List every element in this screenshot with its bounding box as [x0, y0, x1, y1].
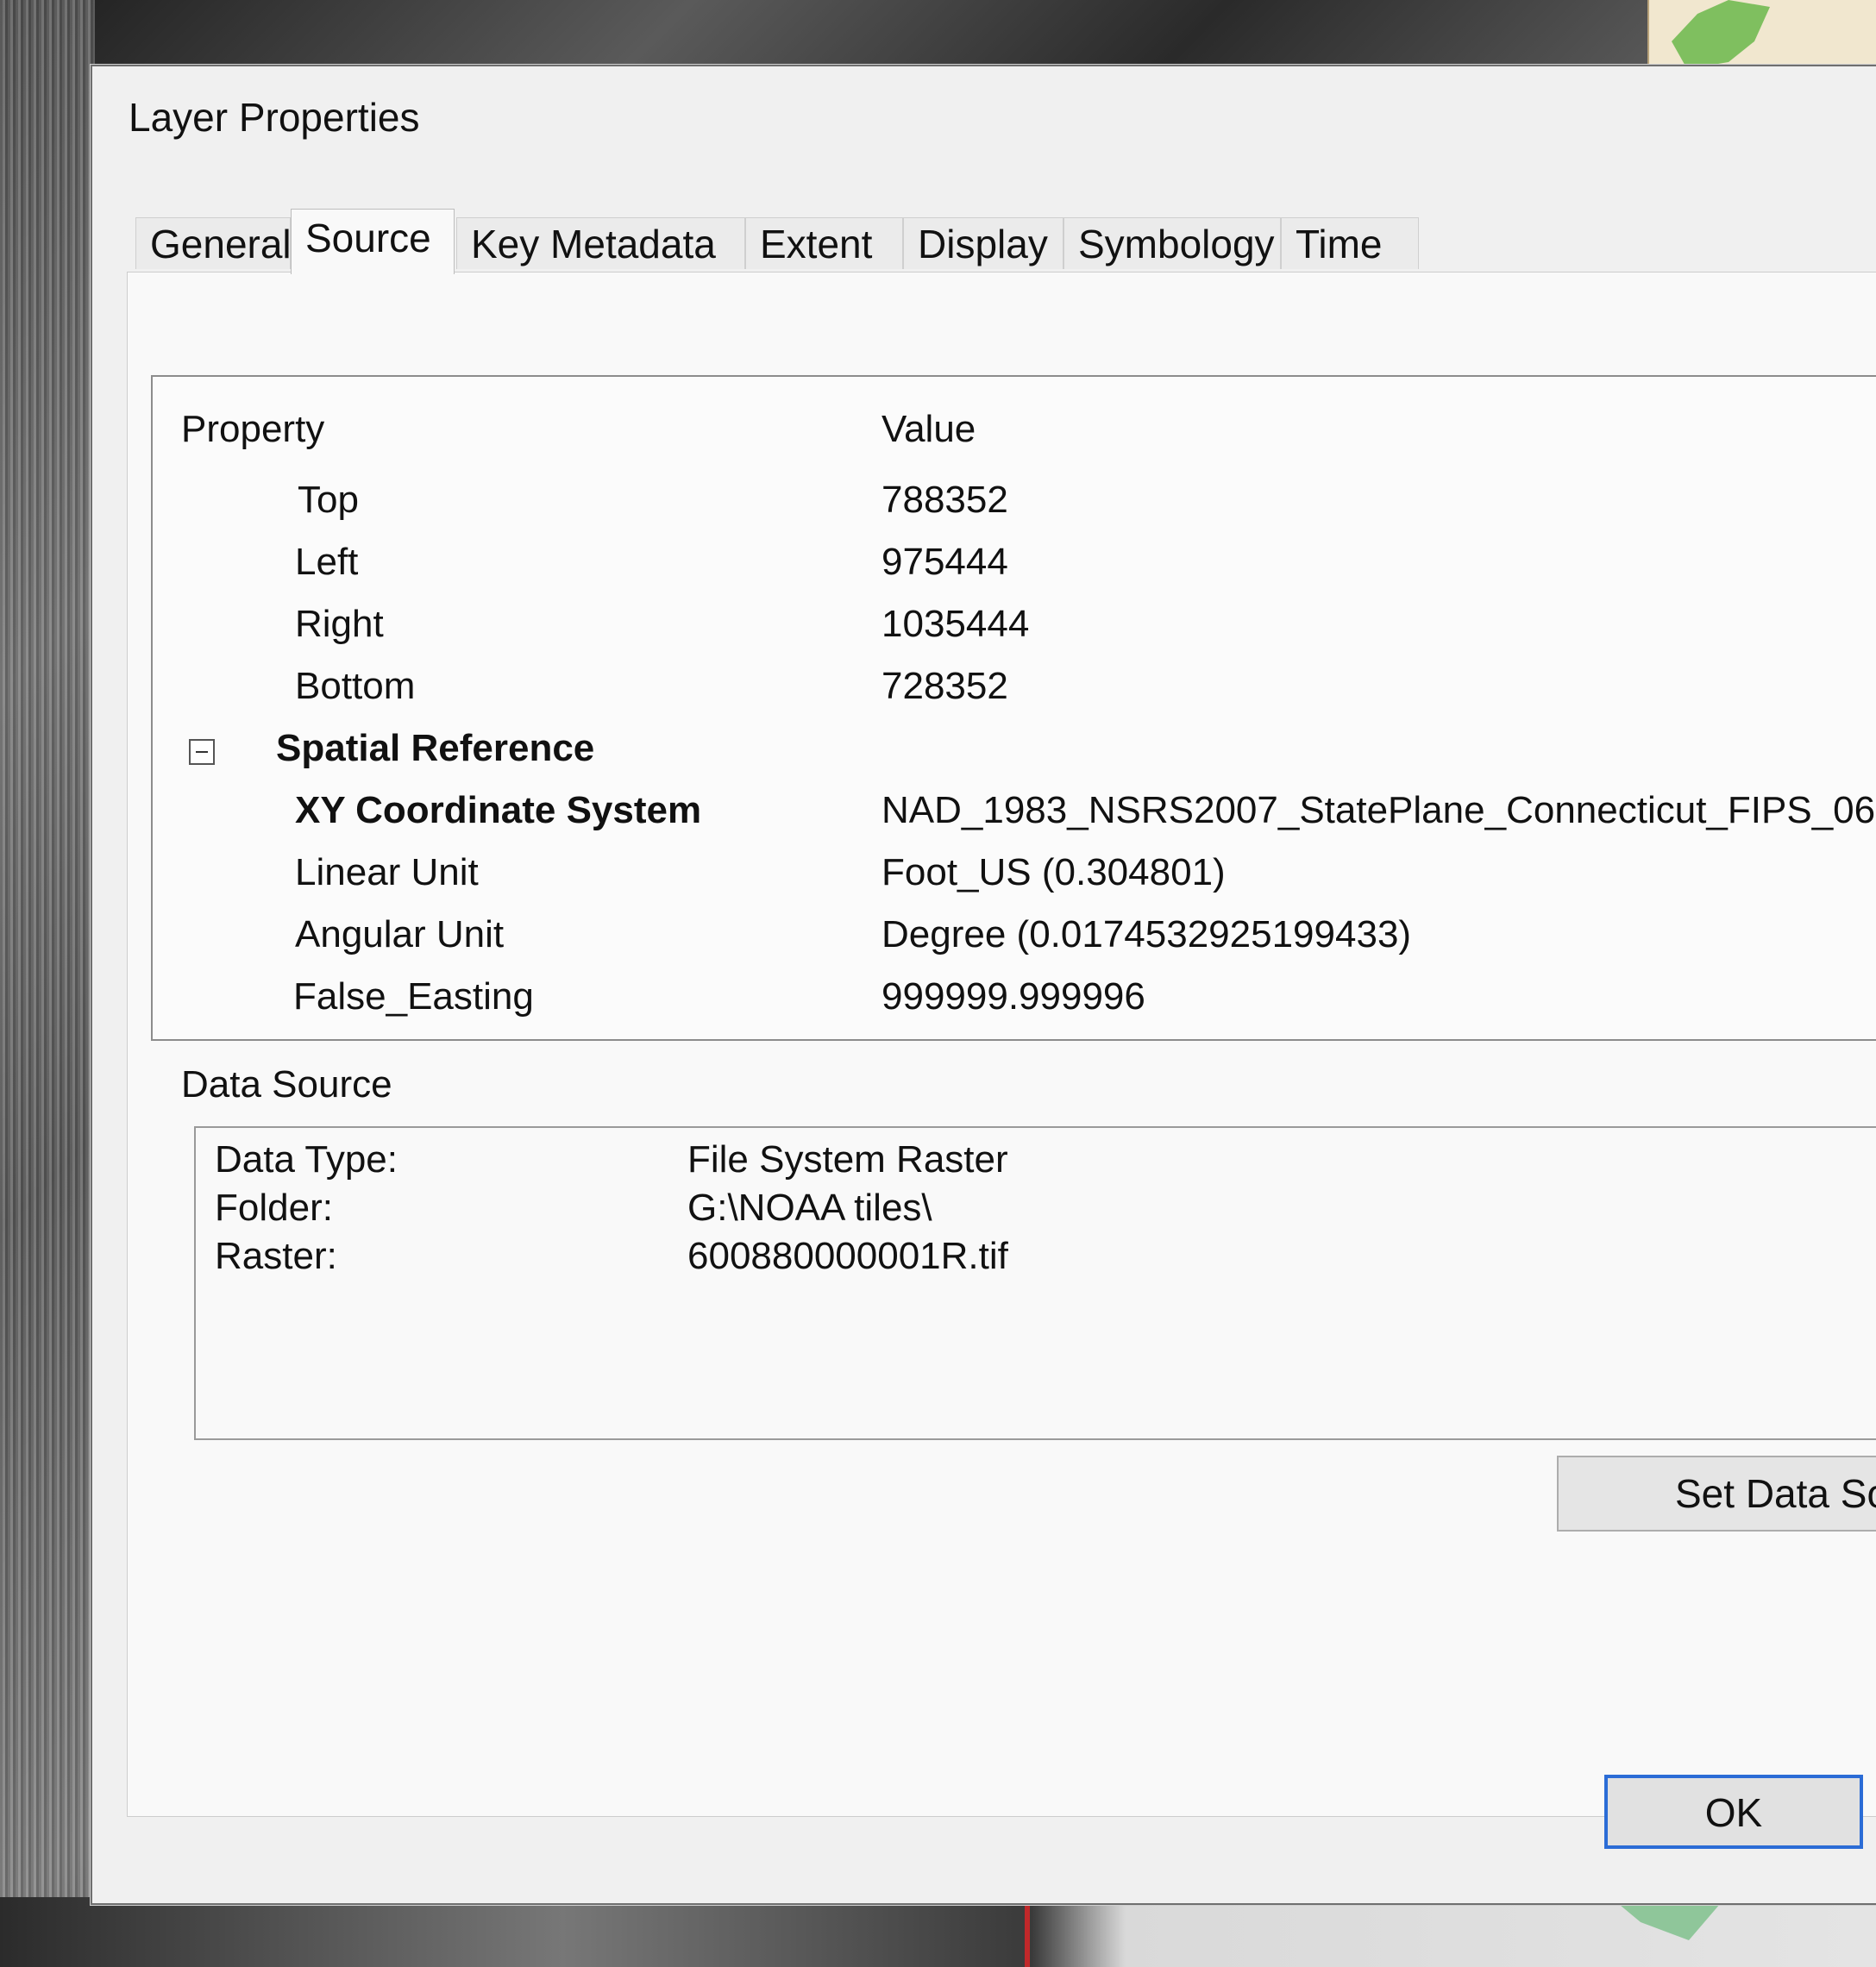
grid-row-top[interactable]: Top 788352	[153, 479, 1876, 541]
grid-row-left[interactable]: Left 975444	[153, 541, 1876, 603]
data-source-key: Folder:	[215, 1187, 333, 1229]
data-source-value: G:\NOAA tiles\	[687, 1187, 932, 1229]
tab-bar: General Source Key Metadata Extent Displ…	[135, 209, 1876, 274]
property-name: Left	[295, 541, 359, 583]
property-grid[interactable]: Property Value Top 788352 Left 975444 Ri…	[151, 375, 1876, 1041]
data-source-box: Data Type: File System Raster Folder: G:…	[194, 1126, 1876, 1440]
grid-row-false-easting[interactable]: False_Easting 999999.999996	[153, 975, 1876, 1037]
property-value: 999999.999996	[882, 975, 1145, 1018]
ok-button[interactable]: OK	[1604, 1775, 1863, 1849]
tab-symbology[interactable]: Symbology	[1063, 217, 1281, 269]
grid-row-spatial-reference[interactable]: Spatial Reference	[153, 727, 1876, 789]
dialog-title: Layer Properties	[129, 95, 420, 140]
property-value: Foot_US (0.304801)	[882, 851, 1226, 893]
tab-display[interactable]: Display	[903, 217, 1063, 269]
property-value: Degree (0.0174532925199433)	[882, 913, 1412, 955]
property-value: NAD_1983_NSRS2007_StatePlane_Connecticut…	[882, 789, 1876, 831]
property-name: Linear Unit	[295, 851, 479, 893]
background-map-bottom	[0, 1897, 1876, 1967]
data-source-value: 600880000001R.tif	[687, 1235, 1008, 1277]
property-value: 975444	[882, 541, 1008, 583]
tab-extent[interactable]: Extent	[745, 217, 903, 269]
property-name: False_Easting	[293, 975, 534, 1018]
grid-row-bottom[interactable]: Bottom 728352	[153, 665, 1876, 727]
background-map-strip	[0, 0, 95, 1967]
grid-row-xy-coordinate-system[interactable]: XY Coordinate System NAD_1983_NSRS2007_S…	[153, 789, 1876, 851]
property-name: Angular Unit	[295, 913, 505, 955]
background-map-corner	[1647, 0, 1876, 73]
property-name: Bottom	[295, 665, 416, 707]
property-name: XY Coordinate System	[295, 789, 702, 831]
property-value: 728352	[882, 665, 1008, 707]
tab-time[interactable]: Time	[1281, 217, 1419, 269]
data-source-key: Raster:	[215, 1235, 337, 1277]
property-name: Right	[295, 603, 384, 645]
set-data-source-button[interactable]: Set Data So	[1557, 1456, 1876, 1532]
data-source-key: Data Type:	[215, 1138, 398, 1181]
grid-row-linear-unit[interactable]: Linear Unit Foot_US (0.304801)	[153, 851, 1876, 913]
tab-general[interactable]: General	[135, 217, 292, 269]
property-value: 788352	[882, 479, 1008, 521]
map-red-line	[1025, 1897, 1030, 1967]
grid-row-right[interactable]: Right 1035444	[153, 603, 1876, 665]
grid-row-angular-unit[interactable]: Angular Unit Degree (0.0174532925199433)	[153, 913, 1876, 975]
value-column-header: Value	[882, 408, 976, 450]
property-name: Top	[298, 479, 359, 521]
data-source-value: File System Raster	[687, 1138, 1008, 1181]
property-group-name: Spatial Reference	[276, 727, 595, 769]
property-column-header: Property	[181, 408, 325, 450]
property-value: 1035444	[882, 603, 1030, 645]
minus-box-icon[interactable]	[189, 739, 215, 765]
tab-key-metadata[interactable]: Key Metadata	[456, 217, 745, 269]
map-polygon	[1672, 0, 1770, 69]
tab-source[interactable]: Source	[291, 209, 455, 274]
data-source-label: Data Source	[181, 1063, 392, 1106]
